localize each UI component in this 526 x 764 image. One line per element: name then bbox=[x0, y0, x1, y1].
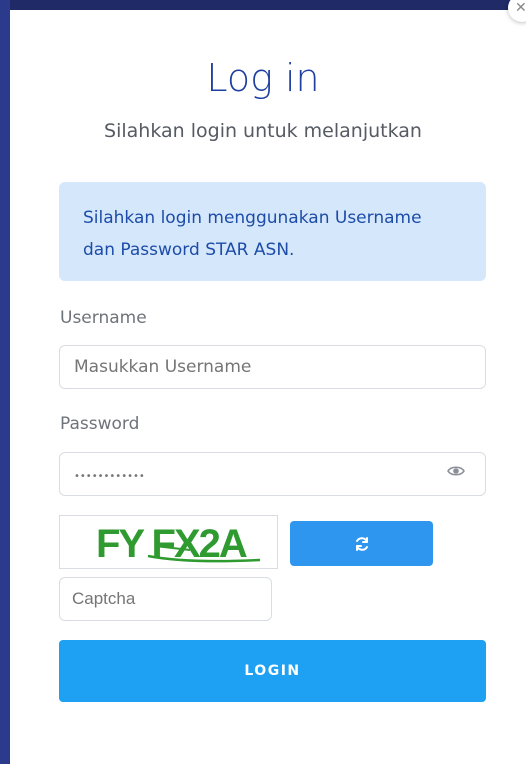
backdrop bbox=[0, 0, 526, 10]
page-subtitle: Silahkan login untuk melanjutkan bbox=[104, 120, 422, 142]
alert-line-1: Silahkan login menggunakan Username bbox=[83, 208, 422, 228]
username-input[interactable] bbox=[59, 345, 486, 389]
password-masked-value: •••••••••••• bbox=[74, 471, 145, 482]
alert-line-2: dan Password STAR ASN. bbox=[83, 240, 295, 260]
backdrop-edge bbox=[0, 0, 10, 764]
captcha-input[interactable] bbox=[59, 577, 272, 621]
captcha-image: FY FX2A bbox=[59, 515, 278, 569]
login-button[interactable]: LOGIN bbox=[59, 640, 486, 702]
username-label: Username bbox=[60, 308, 147, 328]
captcha-noise bbox=[147, 545, 261, 563]
close-icon: ✕ bbox=[515, 0, 526, 16]
eye-icon[interactable] bbox=[446, 461, 466, 481]
refresh-icon bbox=[355, 536, 368, 551]
page-title: Log in bbox=[206, 56, 320, 100]
info-alert: Silahkan login menggunakan Username dan … bbox=[59, 182, 486, 281]
password-input[interactable]: •••••••••••• bbox=[59, 452, 486, 496]
password-label: Password bbox=[60, 414, 140, 434]
refresh-captcha-button[interactable] bbox=[290, 521, 433, 566]
